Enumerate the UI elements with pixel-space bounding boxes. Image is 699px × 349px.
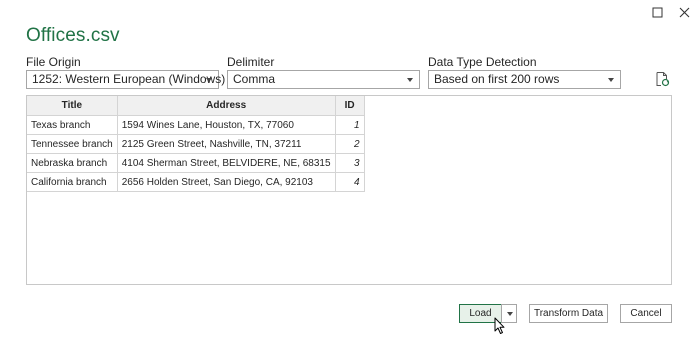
table-cell: 3	[334, 153, 365, 173]
table-row: Texas branch 1594 Wines Lane, Houston, T…	[27, 115, 365, 135]
delimiter-value: Comma	[233, 72, 276, 86]
preview-table: Title Address ID Texas branch 1594 Wines…	[27, 96, 365, 192]
table-cell: 1	[334, 115, 365, 135]
data-type-detection-label: Data Type Detection	[428, 55, 537, 69]
table-cell: California branch	[27, 172, 118, 192]
data-type-detection-value: Based on first 200 rows	[434, 72, 560, 86]
table-row: Nebraska branch 4104 Sherman Street, BEL…	[27, 153, 365, 173]
table-cell: 2125 Green Street, Nashville, TN, 37211	[116, 134, 336, 154]
chevron-down-icon	[507, 312, 513, 316]
table-cell: 1594 Wines Lane, Houston, TX, 77060	[116, 115, 336, 135]
chevron-down-icon	[407, 78, 413, 82]
table-cell: 2656 Holden Street, San Diego, CA, 92103	[116, 172, 336, 192]
table-row: Tennessee branch 2125 Green Street, Nash…	[27, 134, 365, 154]
file-origin-dropdown[interactable]: 1252: Western European (Windows)	[26, 70, 225, 89]
file-origin-value: 1252: Western European (Windows)	[32, 72, 226, 86]
data-type-detection-dropdown[interactable]: Based on first 200 rows	[428, 70, 621, 89]
cancel-button[interactable]: Cancel	[620, 304, 672, 323]
maximize-button[interactable]	[649, 4, 667, 22]
dialog-title: Offices.csv	[26, 25, 120, 46]
table-cell: 2	[334, 134, 365, 154]
chevron-down-icon	[206, 78, 212, 82]
mouse-pointer-icon	[494, 317, 506, 335]
delimiter-dropdown[interactable]: Comma	[227, 70, 420, 89]
delimiter-label: Delimiter	[227, 55, 275, 69]
table-cell: 4	[334, 172, 365, 192]
refresh-document-icon	[656, 72, 670, 87]
chevron-down-icon	[608, 78, 614, 82]
column-header-address: Address	[116, 96, 336, 116]
transform-data-button[interactable]: Transform Data	[529, 304, 608, 323]
data-preview-pane[interactable]: Title Address ID Texas branch 1594 Wines…	[26, 95, 672, 285]
close-button[interactable]	[676, 4, 694, 22]
column-header-title: Title	[27, 96, 118, 116]
maximize-icon	[652, 7, 663, 18]
table-row: California branch 2656 Holden Street, Sa…	[27, 172, 365, 192]
table-cell: Tennessee branch	[27, 134, 118, 154]
column-header-id: ID	[334, 96, 365, 116]
table-cell: Texas branch	[27, 115, 118, 135]
file-origin-label: File Origin	[26, 55, 81, 69]
close-icon	[679, 7, 690, 18]
table-cell: Nebraska branch	[27, 153, 118, 173]
table-cell: 4104 Sherman Street, BELVIDERE, NE, 6831…	[116, 153, 336, 173]
refresh-button[interactable]	[654, 71, 670, 87]
